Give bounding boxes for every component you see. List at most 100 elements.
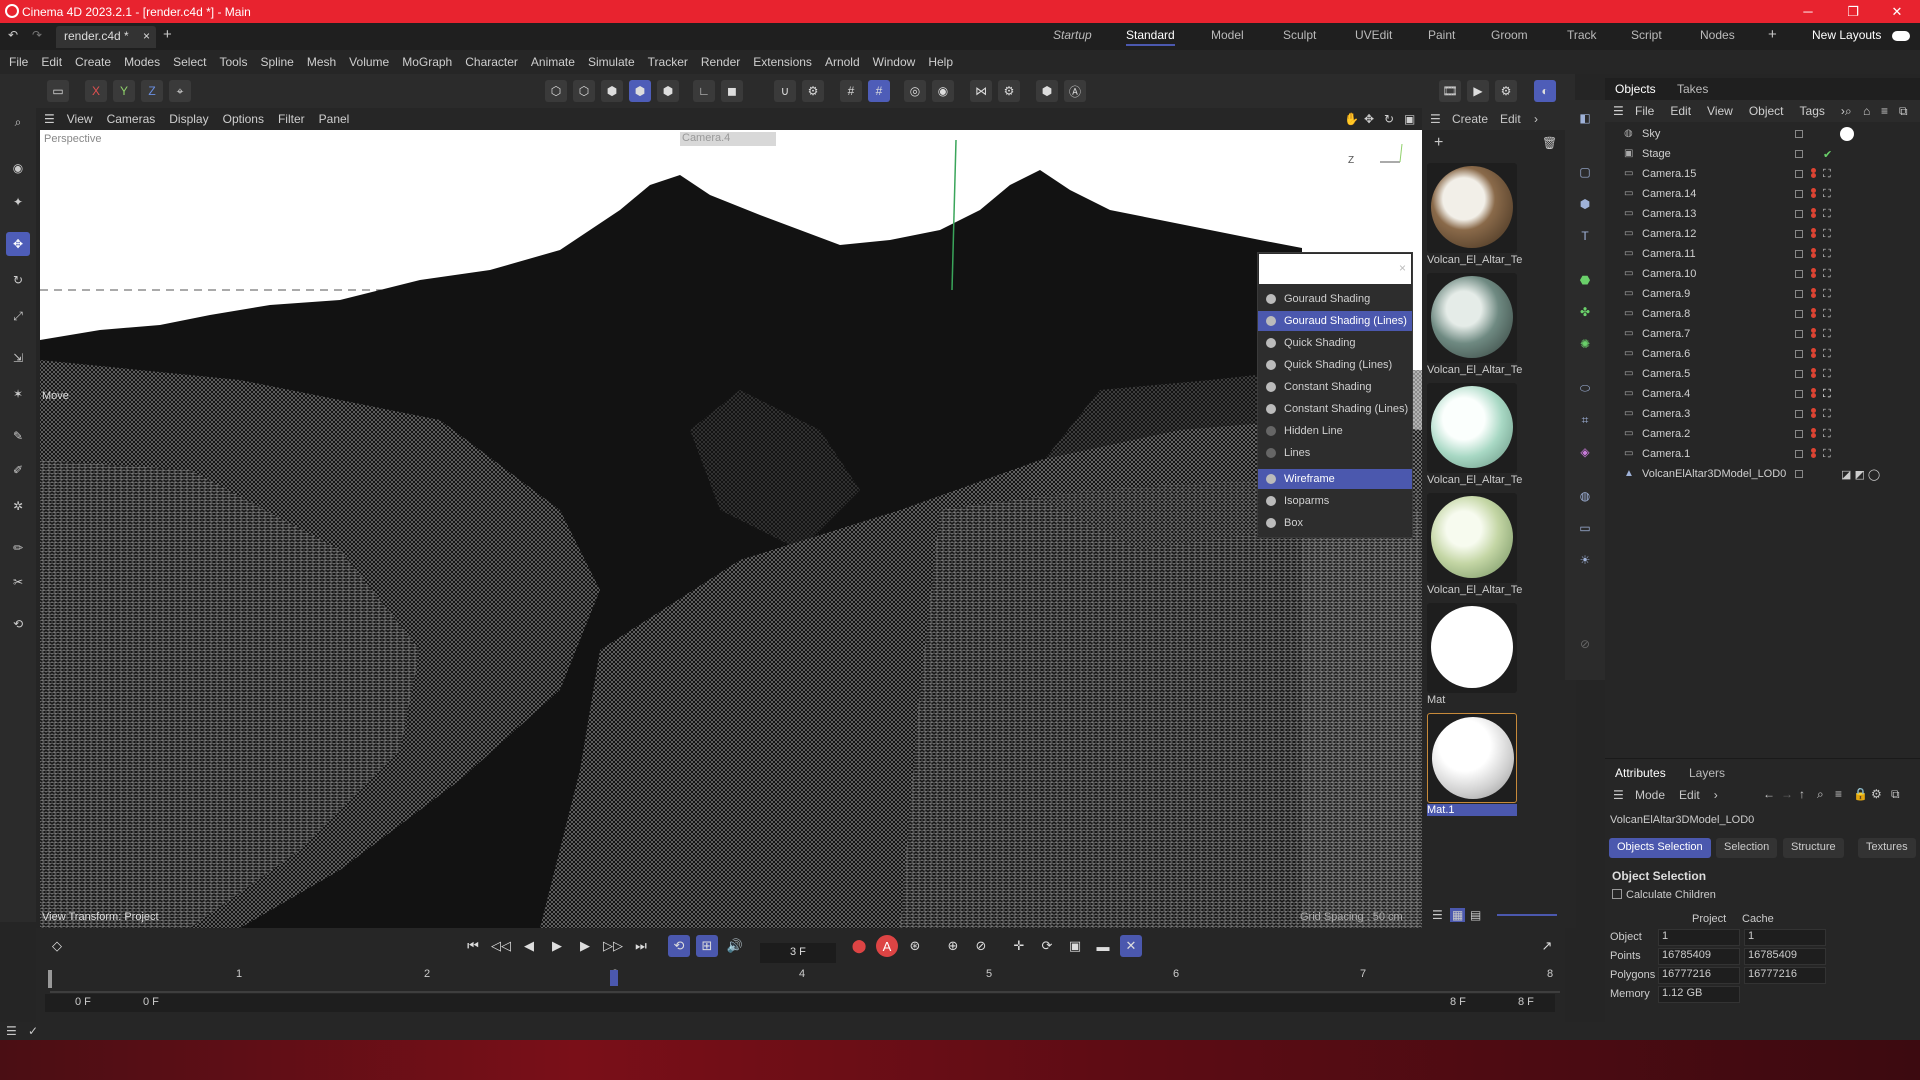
render-dots[interactable]	[1811, 227, 1817, 241]
camera-target-icon[interactable]: ⛶	[1823, 428, 1831, 441]
go-to-end-icon[interactable]: ⏭	[630, 935, 652, 957]
render-dots[interactable]	[1811, 327, 1817, 341]
maximize-view-icon[interactable]: ▣	[1404, 112, 1415, 126]
layout-standard[interactable]: Standard	[1126, 28, 1175, 46]
transform-tool-icon[interactable]: ⇲	[6, 346, 30, 370]
edit-mode-icon[interactable]: ▭	[47, 80, 69, 102]
range-min-field[interactable]: 0 F	[143, 996, 159, 1008]
up-arrow-icon[interactable]: ↑	[1799, 787, 1805, 801]
render-dots[interactable]	[1811, 427, 1817, 441]
menu-spline[interactable]: Spline	[260, 55, 293, 69]
autokey-icon[interactable]: A	[876, 935, 898, 957]
search-icon[interactable]: ⌕	[1817, 787, 1824, 802]
sky-tag-icon[interactable]	[1840, 127, 1854, 141]
menu-simulate[interactable]: Simulate	[588, 55, 635, 69]
render-dots[interactable]	[1811, 387, 1817, 401]
open-timeline-icon[interactable]: ↗	[1536, 935, 1558, 957]
object-row-camera[interactable]: ▭ Camera.3 ⛶	[1615, 404, 1915, 424]
material-menu-edit[interactable]: Edit	[1500, 112, 1521, 126]
popout-icon[interactable]: ⧉	[1891, 787, 1900, 802]
camera-target-icon[interactable]: ⛶	[1823, 408, 1831, 421]
preview-view-icon[interactable]: ▤	[1470, 908, 1481, 922]
close-tab-icon[interactable]: ×	[143, 29, 150, 43]
render-view-icon[interactable]: 🎞	[1439, 80, 1461, 102]
visibility-toggle[interactable]	[1795, 330, 1803, 338]
camera-target-icon[interactable]: ⛶	[1823, 268, 1831, 281]
pan-icon[interactable]: ✋	[1344, 112, 1359, 126]
points-mode-icon[interactable]: ⬡	[545, 80, 567, 102]
material-swatch[interactable]	[1427, 383, 1517, 473]
render-dots[interactable]	[1811, 267, 1817, 281]
layout-sculpt[interactable]: Sculpt	[1283, 28, 1316, 42]
camera-target-icon[interactable]: ⛶	[1823, 308, 1831, 321]
document-tab[interactable]: render.c4d * ×	[56, 26, 156, 48]
visibility-toggle[interactable]	[1795, 210, 1803, 218]
symmetry-settings-icon[interactable]: ⚙	[998, 80, 1020, 102]
status-menu-icon[interactable]: ☰	[6, 1024, 17, 1038]
keyframe-icon[interactable]: ◇	[46, 935, 68, 957]
snap-grid-icon[interactable]: #	[868, 80, 890, 102]
menu-help[interactable]: Help	[928, 55, 953, 69]
lock-y-button[interactable]: Y	[113, 80, 135, 102]
shading-quick-lines[interactable]: Quick Shading (Lines)	[1258, 355, 1412, 375]
undo-icon[interactable]: ↶	[8, 28, 18, 42]
range-max-field[interactable]: 8 F	[1450, 996, 1466, 1008]
symmetry-icon[interactable]: ⋈	[970, 80, 992, 102]
visibility-toggle[interactable]	[1795, 270, 1803, 278]
spline-icon[interactable]: ⌗	[1573, 408, 1597, 432]
scale-tool-icon[interactable]: ⤢	[6, 304, 30, 328]
visibility-toggle[interactable]	[1795, 390, 1803, 398]
menu-tools[interactable]: Tools	[219, 55, 247, 69]
camera-target-icon[interactable]: ⛶	[1823, 168, 1831, 181]
range-start-marker[interactable]	[48, 970, 52, 988]
tags-icon[interactable]: ⊘	[1573, 632, 1597, 656]
grid-view-icon[interactable]: ▦	[1450, 908, 1466, 922]
objects-menu-tags[interactable]: Tags	[1800, 104, 1825, 118]
key-pla-icon[interactable]: ▣	[1064, 935, 1086, 957]
loop-icon[interactable]: ⟲	[668, 935, 690, 957]
tweak-tool-icon[interactable]: ✦	[6, 190, 30, 214]
redo-icon[interactable]: ↷	[32, 28, 42, 42]
lock-icon[interactable]: 🔒	[1853, 787, 1868, 801]
object-row-camera[interactable]: ▭ Camera.4 ⛶	[1615, 384, 1915, 404]
key-param-icon[interactable]: ⟳	[1036, 935, 1058, 957]
minimize-button[interactable]: ─	[1785, 0, 1831, 23]
lock-x-button[interactable]: X	[85, 80, 107, 102]
filter-icon[interactable]: ≡	[1835, 787, 1842, 801]
chevron-right-icon[interactable]: ›	[1534, 112, 1538, 126]
object-row-camera[interactable]: ▭ Camera.2 ⛶	[1615, 424, 1915, 444]
key-scale-icon[interactable]: ✛	[1008, 935, 1030, 957]
visibility-toggle[interactable]	[1795, 290, 1803, 298]
viewport-menu-options[interactable]: Options	[223, 112, 264, 126]
view-icon[interactable]: ◧	[1573, 106, 1597, 130]
objects-selection-button[interactable]: Objects Selection	[1609, 838, 1711, 858]
tab-objects[interactable]: Objects	[1615, 82, 1656, 96]
timeline-mode-icon[interactable]: ✕	[1120, 935, 1142, 957]
camera-target-icon[interactable]: ⛶	[1823, 328, 1831, 341]
grid-icon[interactable]: #	[840, 80, 862, 102]
add-layout-icon[interactable]: +	[1768, 26, 1777, 43]
render-dots[interactable]	[1811, 207, 1817, 221]
shading-gouraud[interactable]: Gouraud Shading	[1258, 289, 1412, 309]
new-tab-button[interactable]: +	[163, 26, 172, 43]
delete-material-icon[interactable]: 🗑	[1542, 136, 1557, 150]
key-more-icon[interactable]: ▬	[1092, 935, 1114, 957]
texture-mode-icon[interactable]: ⬢	[657, 80, 679, 102]
render-dots[interactable]	[1811, 367, 1817, 381]
object-row-sky[interactable]: ◍ Sky	[1615, 124, 1915, 144]
material-swatch[interactable]	[1427, 493, 1517, 583]
layout-uvedit[interactable]: UVEdit	[1355, 28, 1392, 42]
menu-arnold[interactable]: Arnold	[825, 55, 860, 69]
cloner-icon[interactable]: ✤	[1573, 300, 1597, 324]
object-hamburger-icon[interactable]: ☰	[1613, 104, 1624, 118]
active-camera-icon[interactable]: ⛶	[1823, 388, 1831, 401]
status-check-icon[interactable]: ✓	[28, 1024, 38, 1038]
menu-select[interactable]: Select	[173, 55, 206, 69]
close-button[interactable]: ✕	[1874, 0, 1920, 23]
coordinate-system-icon[interactable]: ⌖	[169, 80, 191, 102]
shading-box[interactable]: Box	[1258, 513, 1412, 533]
render-dots[interactable]	[1811, 347, 1817, 361]
arnold-icon[interactable]: Ⓐ	[1064, 80, 1086, 102]
list-view-icon[interactable]: ☰	[1432, 908, 1443, 922]
material-swatch[interactable]	[1427, 273, 1517, 363]
